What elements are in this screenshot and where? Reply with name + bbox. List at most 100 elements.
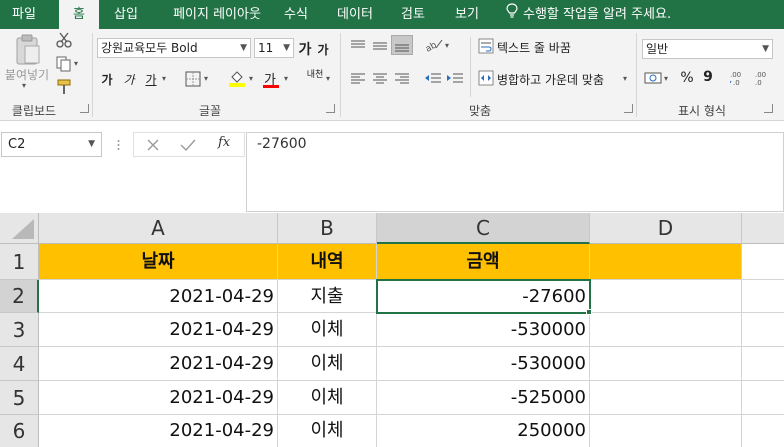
copy-dropdown-caret[interactable]: ▾ <box>74 59 78 68</box>
cell-date[interactable]: 2021-04-29 <box>39 381 278 415</box>
font-name-select[interactable]: 강원교육모두 Bold ▼ <box>97 38 251 58</box>
row-header-3[interactable]: 3 <box>0 313 39 347</box>
borders-icon[interactable] <box>185 71 201 91</box>
header-cell-date[interactable]: 날짜 <box>39 244 278 280</box>
tell-me-search[interactable]: 수행할 작업을 알려 주세요. <box>505 0 671 29</box>
row-header-2[interactable]: 2 <box>0 280 39 313</box>
decrease-indent-icon[interactable] <box>424 71 442 90</box>
shrink-font-button[interactable]: 가 <box>316 41 330 58</box>
format-painter-icon[interactable] <box>56 79 74 99</box>
cell-date[interactable]: 2021-04-29 <box>39 415 278 447</box>
cell-description[interactable]: 이체 <box>278 381 377 415</box>
orientation-icon[interactable]: ab <box>424 36 444 56</box>
enter-check-icon[interactable] <box>180 137 196 156</box>
font-size-select[interactable]: 11 ▼ <box>254 38 294 58</box>
cell-date[interactable]: 2021-04-29 <box>39 280 278 313</box>
tab-review[interactable]: 검토 <box>392 0 434 29</box>
bold-button[interactable]: 가 <box>100 71 114 88</box>
row-header-1[interactable]: 1 <box>0 244 39 280</box>
cell-description[interactable]: 이체 <box>278 347 377 381</box>
decrease-decimal-icon[interactable]: .00.0 <box>755 70 773 90</box>
name-box[interactable]: C2 ▼ <box>1 132 102 157</box>
increase-indent-icon[interactable] <box>446 71 464 90</box>
cell-e[interactable] <box>742 381 784 415</box>
merge-center-icon[interactable] <box>478 70 494 90</box>
select-all-button[interactable] <box>0 213 39 244</box>
cell-amount[interactable]: -525000 <box>377 381 590 415</box>
orientation-dropdown-caret[interactable]: ▾ <box>445 41 449 50</box>
column-header-a[interactable]: A <box>39 213 278 244</box>
paste-button-label[interactable]: 붙여넣기 <box>2 66 52 83</box>
borders-dropdown-caret[interactable]: ▾ <box>204 74 208 83</box>
formula-input[interactable]: -27600 <box>246 132 784 212</box>
cell-d[interactable] <box>590 280 742 313</box>
number-format-select[interactable]: 일반 ▼ <box>642 39 773 59</box>
align-right-icon[interactable] <box>394 71 410 90</box>
cell-description[interactable]: 이체 <box>278 415 377 447</box>
cut-icon[interactable] <box>56 32 72 52</box>
cell-d[interactable] <box>590 347 742 381</box>
underline-button[interactable]: 가 <box>144 71 158 88</box>
fill-handle[interactable] <box>586 309 592 315</box>
formula-bar-grip-icon[interactable] <box>117 136 120 154</box>
cell-d[interactable] <box>590 313 742 347</box>
accounting-dropdown-caret[interactable]: ▾ <box>664 74 668 83</box>
percent-style-button[interactable]: % <box>680 70 694 86</box>
cell-amount[interactable]: -530000 <box>377 347 590 381</box>
row-header-4[interactable]: 4 <box>0 347 39 381</box>
tab-insert[interactable]: 삽입 <box>104 0 148 29</box>
column-header-d[interactable]: D <box>590 213 742 244</box>
cell-description[interactable]: 지출 <box>278 280 377 313</box>
tab-file[interactable]: 파일 <box>0 0 48 29</box>
align-top-icon[interactable] <box>350 38 366 57</box>
number-launcher-icon[interactable] <box>764 104 773 113</box>
cell-e[interactable] <box>742 280 784 313</box>
alignment-launcher-icon[interactable] <box>624 104 633 113</box>
tab-formulas[interactable]: 수식 <box>278 0 314 29</box>
tab-home[interactable]: 홈 <box>59 0 99 29</box>
cell-date[interactable]: 2021-04-29 <box>39 313 278 347</box>
fill-color-icon[interactable] <box>228 69 246 91</box>
font-color-dropdown-caret[interactable]: ▾ <box>284 74 288 83</box>
wrap-text-icon[interactable] <box>478 38 494 58</box>
header-cell-amount[interactable]: 금액 <box>377 244 590 280</box>
clipboard-launcher-icon[interactable] <box>80 104 89 113</box>
copy-icon[interactable] <box>56 56 72 76</box>
tab-page-layout[interactable]: 페이지 레이아웃 <box>157 0 277 29</box>
row-header-5[interactable]: 5 <box>0 381 39 415</box>
increase-decimal-icon[interactable]: .00.0 <box>729 70 748 90</box>
cell-e1[interactable] <box>742 244 784 280</box>
tab-view[interactable]: 보기 <box>446 0 488 29</box>
column-header-c[interactable]: C <box>377 213 590 244</box>
header-cell-d[interactable] <box>590 244 742 280</box>
cell-description[interactable]: 이체 <box>278 313 377 347</box>
paste-icon[interactable] <box>14 34 42 70</box>
header-cell-description[interactable]: 내역 <box>278 244 377 280</box>
comma-style-button[interactable]: 9 <box>702 69 714 85</box>
underline-dropdown-caret[interactable]: ▾ <box>162 74 166 83</box>
merge-center-dropdown-caret[interactable]: ▾ <box>623 74 627 83</box>
cell-amount[interactable]: -27600 <box>377 280 590 313</box>
cell-d[interactable] <box>590 381 742 415</box>
cell-e[interactable] <box>742 313 784 347</box>
tab-data[interactable]: 데이터 <box>330 0 380 29</box>
cell-e[interactable] <box>742 347 784 381</box>
phonetic-dropdown-caret[interactable]: ▾ <box>326 74 330 83</box>
align-left-icon[interactable] <box>350 71 366 90</box>
align-middle-icon[interactable] <box>372 38 388 57</box>
cell-amount[interactable]: -530000 <box>377 313 590 347</box>
align-center-icon[interactable] <box>372 71 388 90</box>
merge-center-label[interactable]: 병합하고 가운데 맞춤 <box>497 71 617 88</box>
cell-date[interactable]: 2021-04-29 <box>39 347 278 381</box>
cell-e[interactable] <box>742 415 784 447</box>
insert-function-button[interactable]: fx <box>218 135 230 150</box>
fill-color-dropdown-caret[interactable]: ▾ <box>249 74 253 83</box>
phonetic-guide-button[interactable]: 내천 <box>306 70 324 80</box>
paste-dropdown-caret[interactable]: ▾ <box>22 81 26 90</box>
cell-amount[interactable]: 250000 <box>377 415 590 447</box>
align-bottom-icon[interactable] <box>391 35 413 55</box>
row-header-6[interactable]: 6 <box>0 415 39 447</box>
column-header-b[interactable]: B <box>278 213 377 244</box>
italic-button[interactable]: 가 <box>122 71 136 88</box>
accounting-format-icon[interactable] <box>644 70 662 90</box>
